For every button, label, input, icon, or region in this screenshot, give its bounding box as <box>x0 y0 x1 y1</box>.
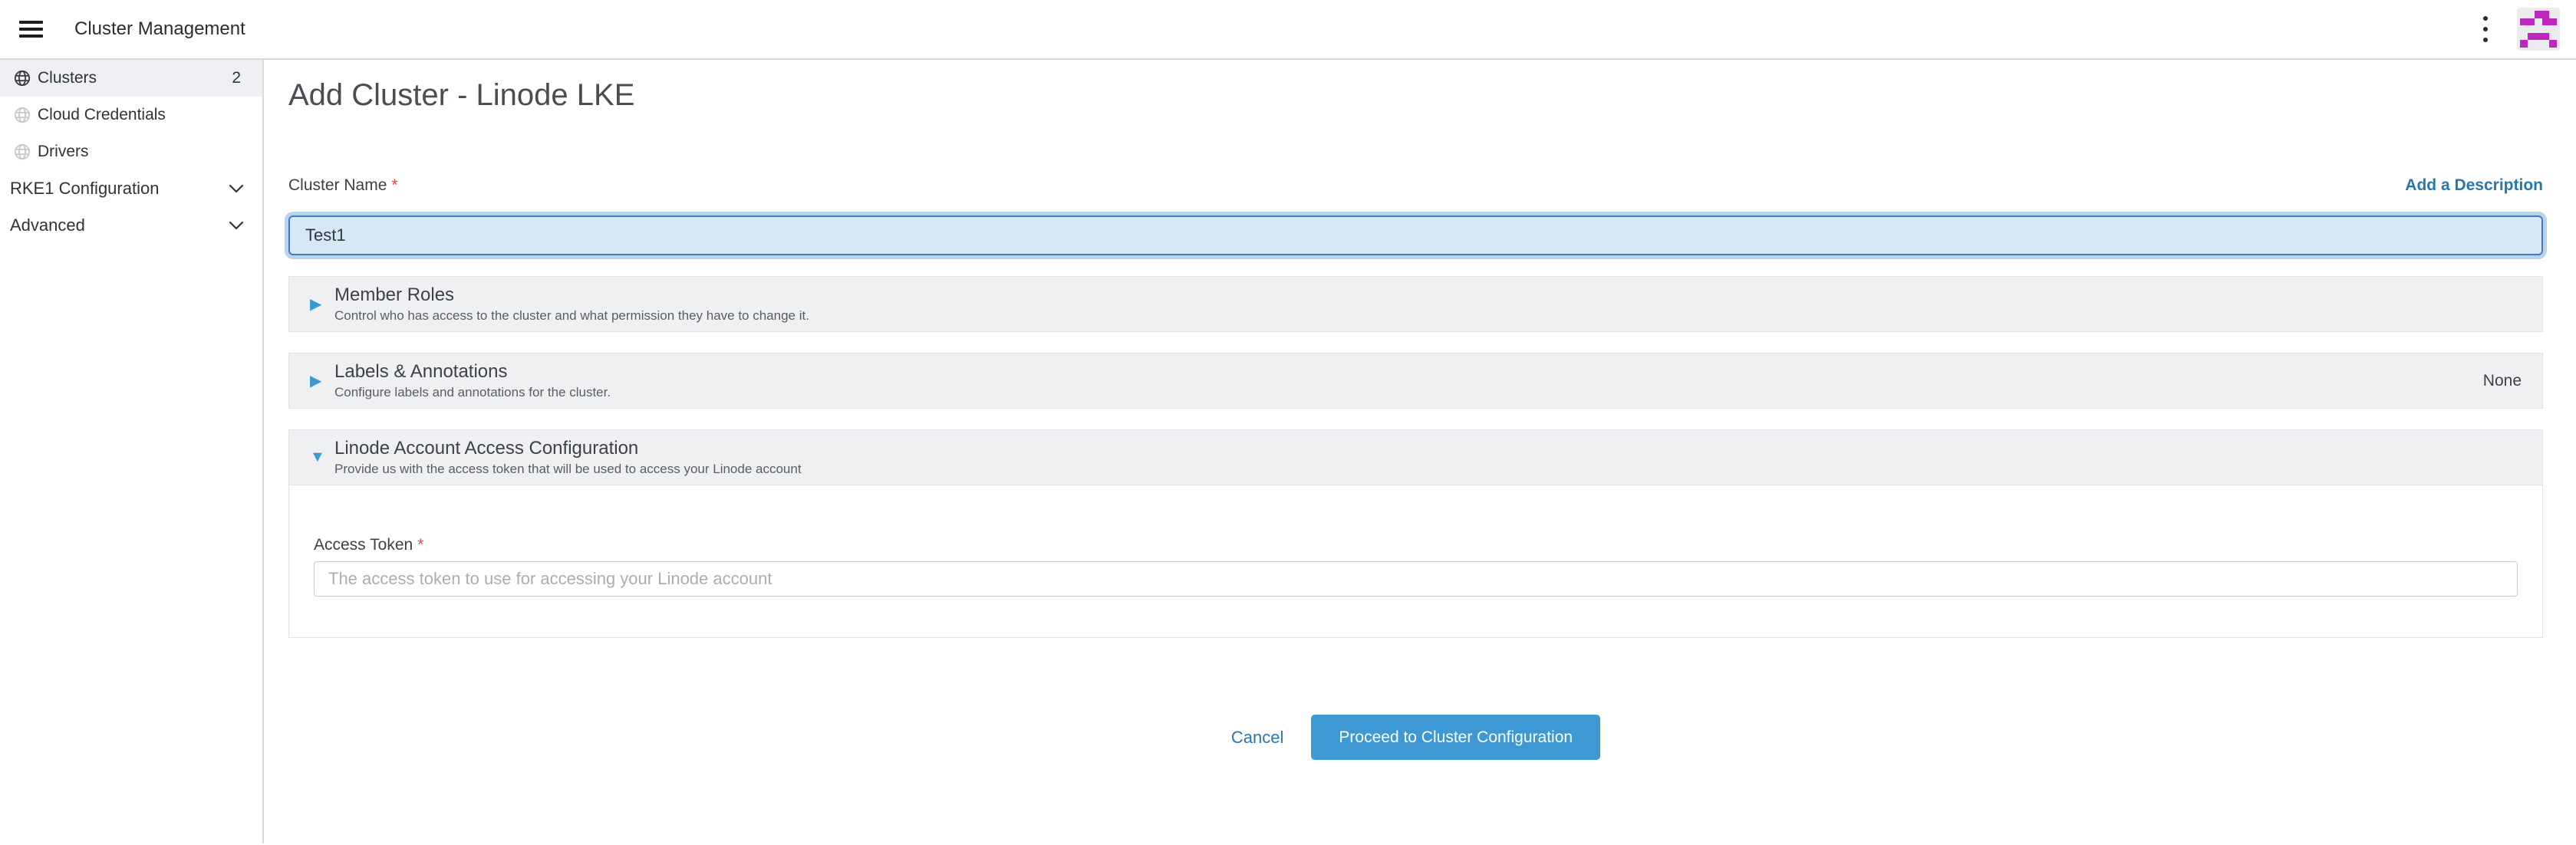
globe-icon <box>14 143 31 160</box>
sidebar-item-clusters[interactable]: Clusters 2 <box>0 60 262 97</box>
footer-actions: Cancel Proceed to Cluster Configuration <box>288 715 2543 760</box>
section-title: Linode Account Access Configuration <box>334 438 802 459</box>
globe-icon <box>14 70 31 87</box>
cluster-name-label-row: Cluster Name* <box>288 176 398 195</box>
caret-right-icon: ▶ <box>310 371 327 390</box>
section-description: Provide us with the access token that wi… <box>334 461 802 478</box>
hamburger-menu-icon[interactable] <box>19 21 43 38</box>
labels-annotations-accordion-header[interactable]: ▶ Labels & Annotations Configure labels … <box>288 353 2543 409</box>
cancel-button[interactable]: Cancel <box>1231 728 1283 748</box>
sidebar-item-drivers[interactable]: Drivers <box>0 133 262 170</box>
sidebar-item-label: Clusters <box>38 69 97 87</box>
app-title: Cluster Management <box>74 18 245 40</box>
add-description-link[interactable]: Add a Description <box>2405 176 2543 195</box>
linode-access-accordion-header[interactable]: ▼ Linode Account Access Configuration Pr… <box>288 429 2543 485</box>
sidebar-group-label: RKE1 Configuration <box>10 179 159 199</box>
sidebar-item-label: Drivers <box>38 143 89 161</box>
caret-down-icon: ▼ <box>310 449 327 466</box>
main-content: Add Cluster - Linode LKE Cluster Name* A… <box>264 60 2576 843</box>
labels-summary-value: None <box>2483 372 2522 390</box>
member-roles-accordion-header[interactable]: ▶ Member Roles Control who has access to… <box>288 276 2543 332</box>
access-token-label: Access Token <box>314 536 413 554</box>
chevron-down-icon <box>229 184 244 194</box>
sidebar-item-cloud-credentials[interactable]: Cloud Credentials <box>0 97 262 133</box>
cluster-count-badge: 2 <box>232 69 241 87</box>
required-asterisk: * <box>391 176 397 194</box>
section-description: Configure labels and annotations for the… <box>334 384 611 401</box>
kebab-menu-icon[interactable] <box>2472 8 2499 50</box>
sidebar: Clusters 2 Cloud Credentials Drivers RKE… <box>0 60 264 843</box>
cluster-name-input[interactable] <box>288 215 2543 255</box>
avatar-logo[interactable] <box>2517 8 2560 51</box>
section-labels-annotations: ▶ Labels & Annotations Configure labels … <box>288 353 2543 409</box>
globe-icon <box>14 107 31 123</box>
cluster-name-label: Cluster Name <box>288 176 387 194</box>
page-title: Add Cluster - Linode LKE <box>288 77 2543 113</box>
section-linode-access: ▼ Linode Account Access Configuration Pr… <box>288 429 2543 638</box>
sidebar-group-rke1-configuration[interactable]: RKE1 Configuration <box>0 170 262 207</box>
access-token-input[interactable] <box>314 561 2518 597</box>
top-bar: Cluster Management <box>0 0 2576 60</box>
sidebar-group-advanced[interactable]: Advanced <box>0 207 262 244</box>
chevron-down-icon <box>229 221 244 231</box>
proceed-to-cluster-configuration-button[interactable]: Proceed to Cluster Configuration <box>1311 715 1600 760</box>
caret-right-icon: ▶ <box>310 294 327 314</box>
section-member-roles: ▶ Member Roles Control who has access to… <box>288 276 2543 332</box>
linode-access-panel: Access Token* <box>288 485 2543 638</box>
access-token-label-row: Access Token* <box>314 536 2518 554</box>
section-description: Control who has access to the cluster an… <box>334 307 809 324</box>
sidebar-item-label: Cloud Credentials <box>38 106 166 124</box>
sidebar-group-label: Advanced <box>10 215 85 235</box>
section-title: Labels & Annotations <box>334 361 611 383</box>
required-asterisk: * <box>417 536 423 554</box>
section-title: Member Roles <box>334 284 809 306</box>
